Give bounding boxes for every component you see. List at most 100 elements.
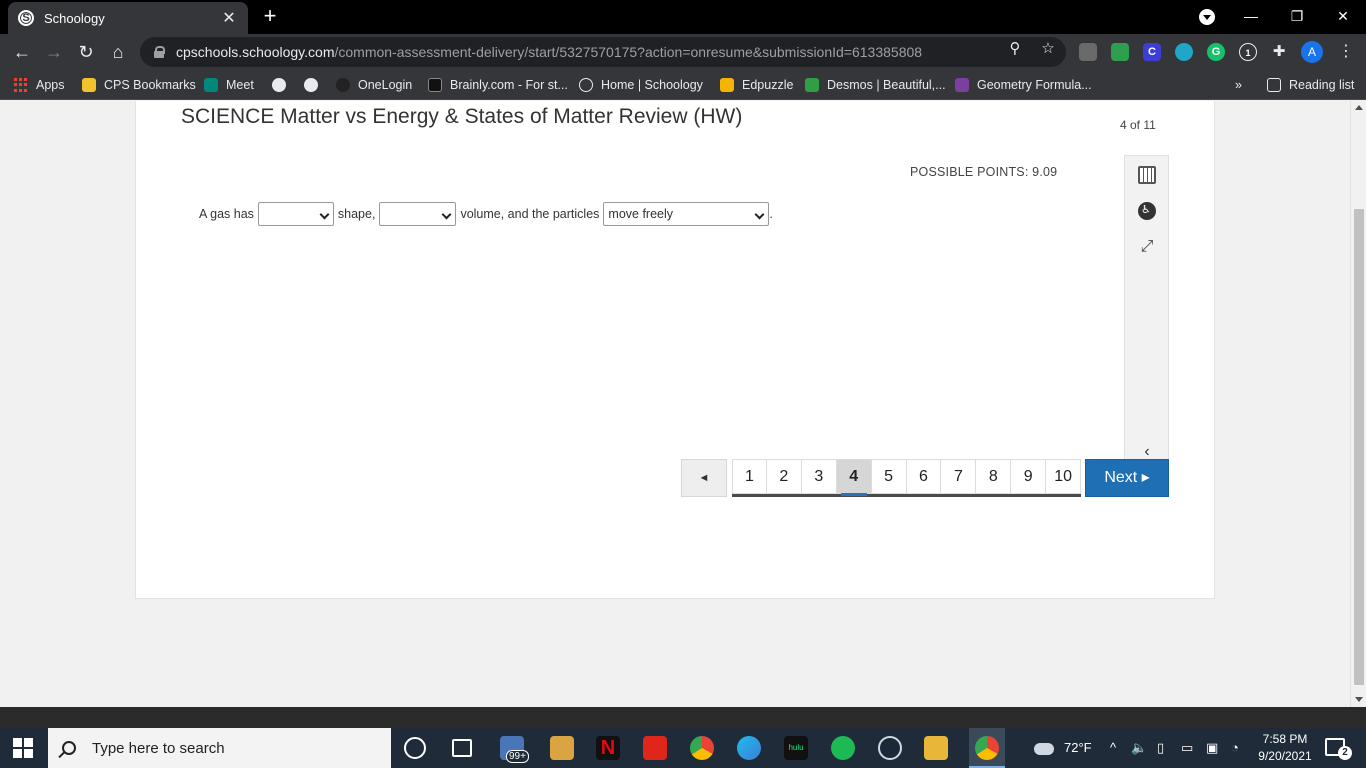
- reload-icon[interactable]: ↻: [74, 40, 98, 64]
- security-icon[interactable]: ▣: [1206, 728, 1218, 768]
- bookmark-meet[interactable]: Meet: [204, 75, 254, 95]
- globe-icon: [304, 78, 318, 92]
- meet-icon: [204, 78, 218, 92]
- browser-tab[interactable]: S Schoology ✕: [8, 2, 248, 34]
- steam-icon[interactable]: [878, 736, 902, 760]
- cortana-icon[interactable]: [404, 737, 426, 759]
- page-button-4-current[interactable]: 4: [836, 459, 872, 496]
- restore-button[interactable]: ❐: [1274, 0, 1320, 34]
- bookmark-star-icon[interactable]: ☆: [1039, 40, 1057, 58]
- bookmarks-bar: Apps CPS Bookmarks Meet OneLogin Brainly…: [0, 70, 1366, 100]
- page-button-10[interactable]: 10: [1046, 459, 1082, 494]
- page-button-8[interactable]: 8: [976, 459, 1012, 494]
- extensions-puzzle-icon[interactable]: ✚: [1270, 43, 1288, 61]
- extension-c-icon[interactable]: C: [1143, 43, 1161, 61]
- page-footer-strip: [0, 707, 1366, 728]
- volume-icon[interactable]: 🔈: [1131, 728, 1147, 768]
- home-icon[interactable]: ⌂: [106, 40, 130, 64]
- weather-temp: 72°F: [1064, 740, 1092, 755]
- zoom-icon[interactable]: ⚲: [1006, 40, 1024, 58]
- profile-avatar[interactable]: A: [1301, 41, 1323, 63]
- bookmark-cps[interactable]: CPS Bookmarks: [82, 75, 196, 95]
- scroll-up-icon[interactable]: [1355, 105, 1363, 110]
- system-clock[interactable]: 7:58 PM 9/20/2021: [1250, 731, 1320, 765]
- accessibility-icon[interactable]: [1138, 202, 1156, 220]
- close-tab-icon[interactable]: ✕: [220, 8, 238, 28]
- next-question-button[interactable]: Next ▸: [1085, 459, 1169, 497]
- reading-list-button[interactable]: Reading list: [1267, 75, 1354, 95]
- bookmark-schoology[interactable]: Home | Schoology: [579, 75, 703, 95]
- page-button-5[interactable]: 5: [871, 459, 907, 494]
- particles-dropdown[interactable]: move freely: [603, 202, 770, 226]
- tab-search-icon[interactable]: [1199, 9, 1215, 25]
- bookmark-onelogin[interactable]: OneLogin: [336, 75, 412, 95]
- mail-badge: 99+: [506, 750, 529, 763]
- netflix-icon[interactable]: N: [596, 736, 620, 760]
- extension-grammarly-icon[interactable]: G: [1207, 43, 1225, 61]
- windows-start-icon[interactable]: [13, 738, 33, 758]
- extension-classroom-icon[interactable]: [1111, 43, 1129, 61]
- file-explorer-icon[interactable]: [924, 736, 948, 760]
- tools-panel: ⤢ ‹: [1124, 155, 1169, 471]
- minimize-button[interactable]: —: [1228, 0, 1274, 34]
- question-text-1: A gas has: [199, 207, 254, 221]
- assessment-title: SCIENCE Matter vs Energy & States of Mat…: [181, 105, 743, 128]
- back-icon[interactable]: ←: [10, 40, 34, 64]
- volume-dropdown[interactable]: [379, 202, 457, 226]
- scroll-thumb[interactable]: [1354, 209, 1364, 685]
- notification-center-icon[interactable]: 2: [1325, 738, 1352, 760]
- wifi-icon[interactable]: ◔: [1231, 728, 1239, 768]
- question-text-end: .: [769, 207, 773, 221]
- forward-icon[interactable]: →: [42, 40, 66, 64]
- new-tab-button[interactable]: +: [258, 4, 282, 28]
- page-button-9[interactable]: 9: [1011, 459, 1047, 494]
- bookmark-label: Home | Schoology: [601, 78, 703, 92]
- bookmark-desmos[interactable]: Desmos | Beautiful,...: [805, 75, 946, 95]
- tray-chevron-icon[interactable]: ^: [1110, 728, 1116, 768]
- bookmark-globe-1[interactable]: [272, 75, 294, 95]
- bookmark-brainly[interactable]: Brainly.com - For st...: [428, 75, 568, 95]
- shape-dropdown[interactable]: [257, 202, 334, 226]
- previous-question-button[interactable]: ◄: [681, 459, 727, 497]
- extension-screenshot-icon[interactable]: [1079, 43, 1097, 61]
- bookmarks-overflow[interactable]: »: [1235, 75, 1242, 95]
- store-icon[interactable]: [550, 736, 574, 760]
- calculator-icon[interactable]: [1138, 166, 1156, 184]
- bookmark-globe-2[interactable]: [304, 75, 326, 95]
- page-button-6[interactable]: 6: [906, 459, 942, 494]
- question-body: A gas has shape, volume, and the particl…: [195, 202, 773, 226]
- browser-menu-icon[interactable]: ⋮: [1336, 41, 1356, 63]
- lock-icon: [154, 46, 165, 58]
- spotify-icon[interactable]: [831, 736, 855, 760]
- search-placeholder: Type here to search: [92, 739, 225, 757]
- chrome-active-icon[interactable]: [969, 728, 1005, 768]
- extension-1password-icon[interactable]: 1: [1239, 43, 1257, 61]
- hulu-icon[interactable]: hulu: [784, 736, 808, 760]
- mail-icon[interactable]: 99+: [500, 736, 529, 763]
- close-window-button[interactable]: ✕: [1320, 0, 1366, 34]
- page-button-3[interactable]: 3: [801, 459, 837, 494]
- page-button-1[interactable]: 1: [732, 459, 767, 494]
- roblox-icon[interactable]: [643, 736, 667, 760]
- task-view-icon[interactable]: [452, 739, 472, 757]
- page-button-7[interactable]: 7: [941, 459, 977, 494]
- bookmark-edpuzzle[interactable]: Edpuzzle: [720, 75, 793, 95]
- bookmark-geometry[interactable]: Geometry Formula...: [955, 75, 1092, 95]
- address-bar[interactable]: cpschools.schoology.com/common-assessmen…: [140, 37, 1066, 67]
- page-button-2[interactable]: 2: [766, 459, 802, 494]
- bookmark-apps[interactable]: Apps: [14, 75, 65, 95]
- dropdown-value: move freely: [608, 207, 674, 221]
- chrome-icon[interactable]: [690, 736, 714, 760]
- taskbar-search[interactable]: Type here to search: [48, 728, 391, 768]
- extension-hex-icon[interactable]: [1175, 43, 1193, 61]
- reading-list-icon: [1267, 78, 1281, 92]
- chevron-down-icon: [754, 209, 765, 220]
- battery-icon[interactable]: ▭: [1181, 728, 1193, 768]
- page-scrollbar[interactable]: [1350, 101, 1366, 707]
- scroll-down-icon[interactable]: [1355, 697, 1363, 702]
- fullscreen-icon[interactable]: ⤢: [1138, 238, 1156, 256]
- tablet-icon[interactable]: ▯: [1157, 728, 1164, 768]
- weather-widget[interactable]: 72°F: [1034, 728, 1092, 768]
- edge-icon[interactable]: [737, 736, 761, 760]
- schoology-favicon-icon: S: [18, 10, 34, 26]
